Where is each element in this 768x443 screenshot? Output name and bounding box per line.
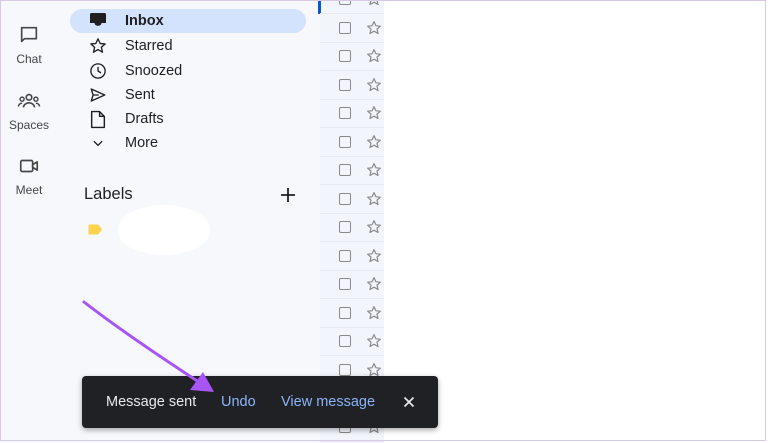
row-checkbox[interactable] bbox=[339, 135, 351, 148]
star-icon[interactable] bbox=[366, 77, 382, 93]
row-checkbox[interactable] bbox=[339, 78, 351, 91]
view-message-button[interactable]: View message bbox=[281, 394, 375, 410]
plus-icon bbox=[281, 188, 295, 202]
row-checkbox[interactable] bbox=[339, 0, 351, 5]
nav-item-snoozed[interactable]: Snoozed bbox=[70, 59, 306, 83]
labels-heading: Labels bbox=[84, 185, 133, 203]
nav-label-snoozed: Snoozed bbox=[125, 63, 183, 79]
message-row[interactable] bbox=[320, 243, 392, 271]
star-icon[interactable] bbox=[366, 48, 382, 64]
nav-label-sent: Sent bbox=[125, 87, 155, 103]
star-icon[interactable] bbox=[366, 20, 382, 36]
star-icon[interactable] bbox=[366, 191, 382, 207]
message-row[interactable] bbox=[320, 15, 392, 43]
close-icon bbox=[403, 396, 415, 408]
star-icon[interactable] bbox=[366, 0, 382, 7]
message-row[interactable] bbox=[320, 129, 392, 157]
rail-label-chat: Chat bbox=[16, 52, 42, 66]
rail-label-spaces: Spaces bbox=[8, 118, 50, 132]
row-checkbox[interactable] bbox=[339, 21, 351, 34]
message-row[interactable] bbox=[320, 328, 392, 356]
spaces-icon bbox=[17, 93, 41, 108]
undo-button[interactable]: Undo bbox=[221, 394, 256, 410]
row-checkbox[interactable] bbox=[339, 50, 351, 62]
label-tag-icon[interactable] bbox=[88, 224, 102, 235]
star-icon bbox=[86, 34, 110, 58]
row-checkbox[interactable] bbox=[339, 107, 351, 119]
message-row[interactable] bbox=[320, 271, 392, 299]
message-row[interactable] bbox=[320, 0, 392, 14]
message-row[interactable] bbox=[320, 72, 392, 100]
star-icon[interactable] bbox=[366, 105, 382, 121]
message-row[interactable] bbox=[320, 300, 392, 328]
row-checkbox[interactable] bbox=[339, 192, 351, 205]
rail-label-meet: Meet bbox=[15, 183, 43, 197]
meet-icon bbox=[19, 159, 39, 173]
star-icon[interactable] bbox=[366, 219, 382, 235]
message-row[interactable] bbox=[320, 157, 392, 185]
star-icon[interactable] bbox=[366, 248, 382, 264]
app-rail: Chat Spaces Meet bbox=[0, 0, 58, 443]
star-icon[interactable] bbox=[366, 276, 382, 292]
nav-label-more: More bbox=[125, 135, 159, 151]
close-snackbar-button[interactable] bbox=[400, 393, 418, 411]
clock-icon bbox=[86, 59, 110, 83]
star-icon[interactable] bbox=[366, 333, 382, 349]
snackbar-message: Message sent bbox=[106, 394, 197, 410]
star-icon[interactable] bbox=[366, 134, 382, 150]
nav-item-sent[interactable]: Sent bbox=[70, 83, 306, 107]
message-row[interactable] bbox=[320, 186, 392, 214]
chevron-down-icon bbox=[86, 131, 110, 155]
row-checkbox[interactable] bbox=[339, 335, 351, 347]
add-label-button[interactable] bbox=[276, 183, 300, 207]
nav-item-more[interactable]: More bbox=[70, 131, 306, 155]
send-icon bbox=[86, 83, 110, 107]
nav-label-inbox: Inbox bbox=[125, 13, 164, 29]
row-checkbox[interactable] bbox=[339, 306, 351, 319]
row-checkbox[interactable] bbox=[339, 363, 351, 376]
message-row[interactable] bbox=[320, 214, 392, 242]
redacted-label-name bbox=[118, 205, 210, 255]
row-checkbox[interactable] bbox=[339, 249, 351, 262]
nav-label-starred: Starred bbox=[125, 38, 173, 54]
rail-item-meet[interactable]: Meet bbox=[0, 155, 58, 197]
draft-icon bbox=[86, 107, 110, 131]
message-row[interactable] bbox=[320, 100, 392, 128]
message-row[interactable] bbox=[320, 43, 392, 71]
row-checkbox[interactable] bbox=[339, 221, 351, 233]
chat-icon bbox=[20, 26, 38, 43]
rail-item-spaces[interactable]: Spaces bbox=[0, 90, 58, 132]
snackbar: Message sent Undo View message bbox=[82, 376, 438, 428]
star-icon[interactable] bbox=[366, 162, 382, 178]
nav-item-drafts[interactable]: Drafts bbox=[70, 107, 306, 131]
nav-label-drafts: Drafts bbox=[125, 111, 164, 127]
star-icon[interactable] bbox=[366, 305, 382, 321]
row-checkbox[interactable] bbox=[339, 164, 351, 176]
rail-item-chat[interactable]: Chat bbox=[0, 24, 58, 66]
nav-item-inbox[interactable]: Inbox bbox=[70, 9, 306, 33]
inbox-icon bbox=[86, 9, 110, 33]
row-checkbox[interactable] bbox=[339, 278, 351, 290]
nav-item-starred[interactable]: Starred bbox=[70, 34, 306, 58]
